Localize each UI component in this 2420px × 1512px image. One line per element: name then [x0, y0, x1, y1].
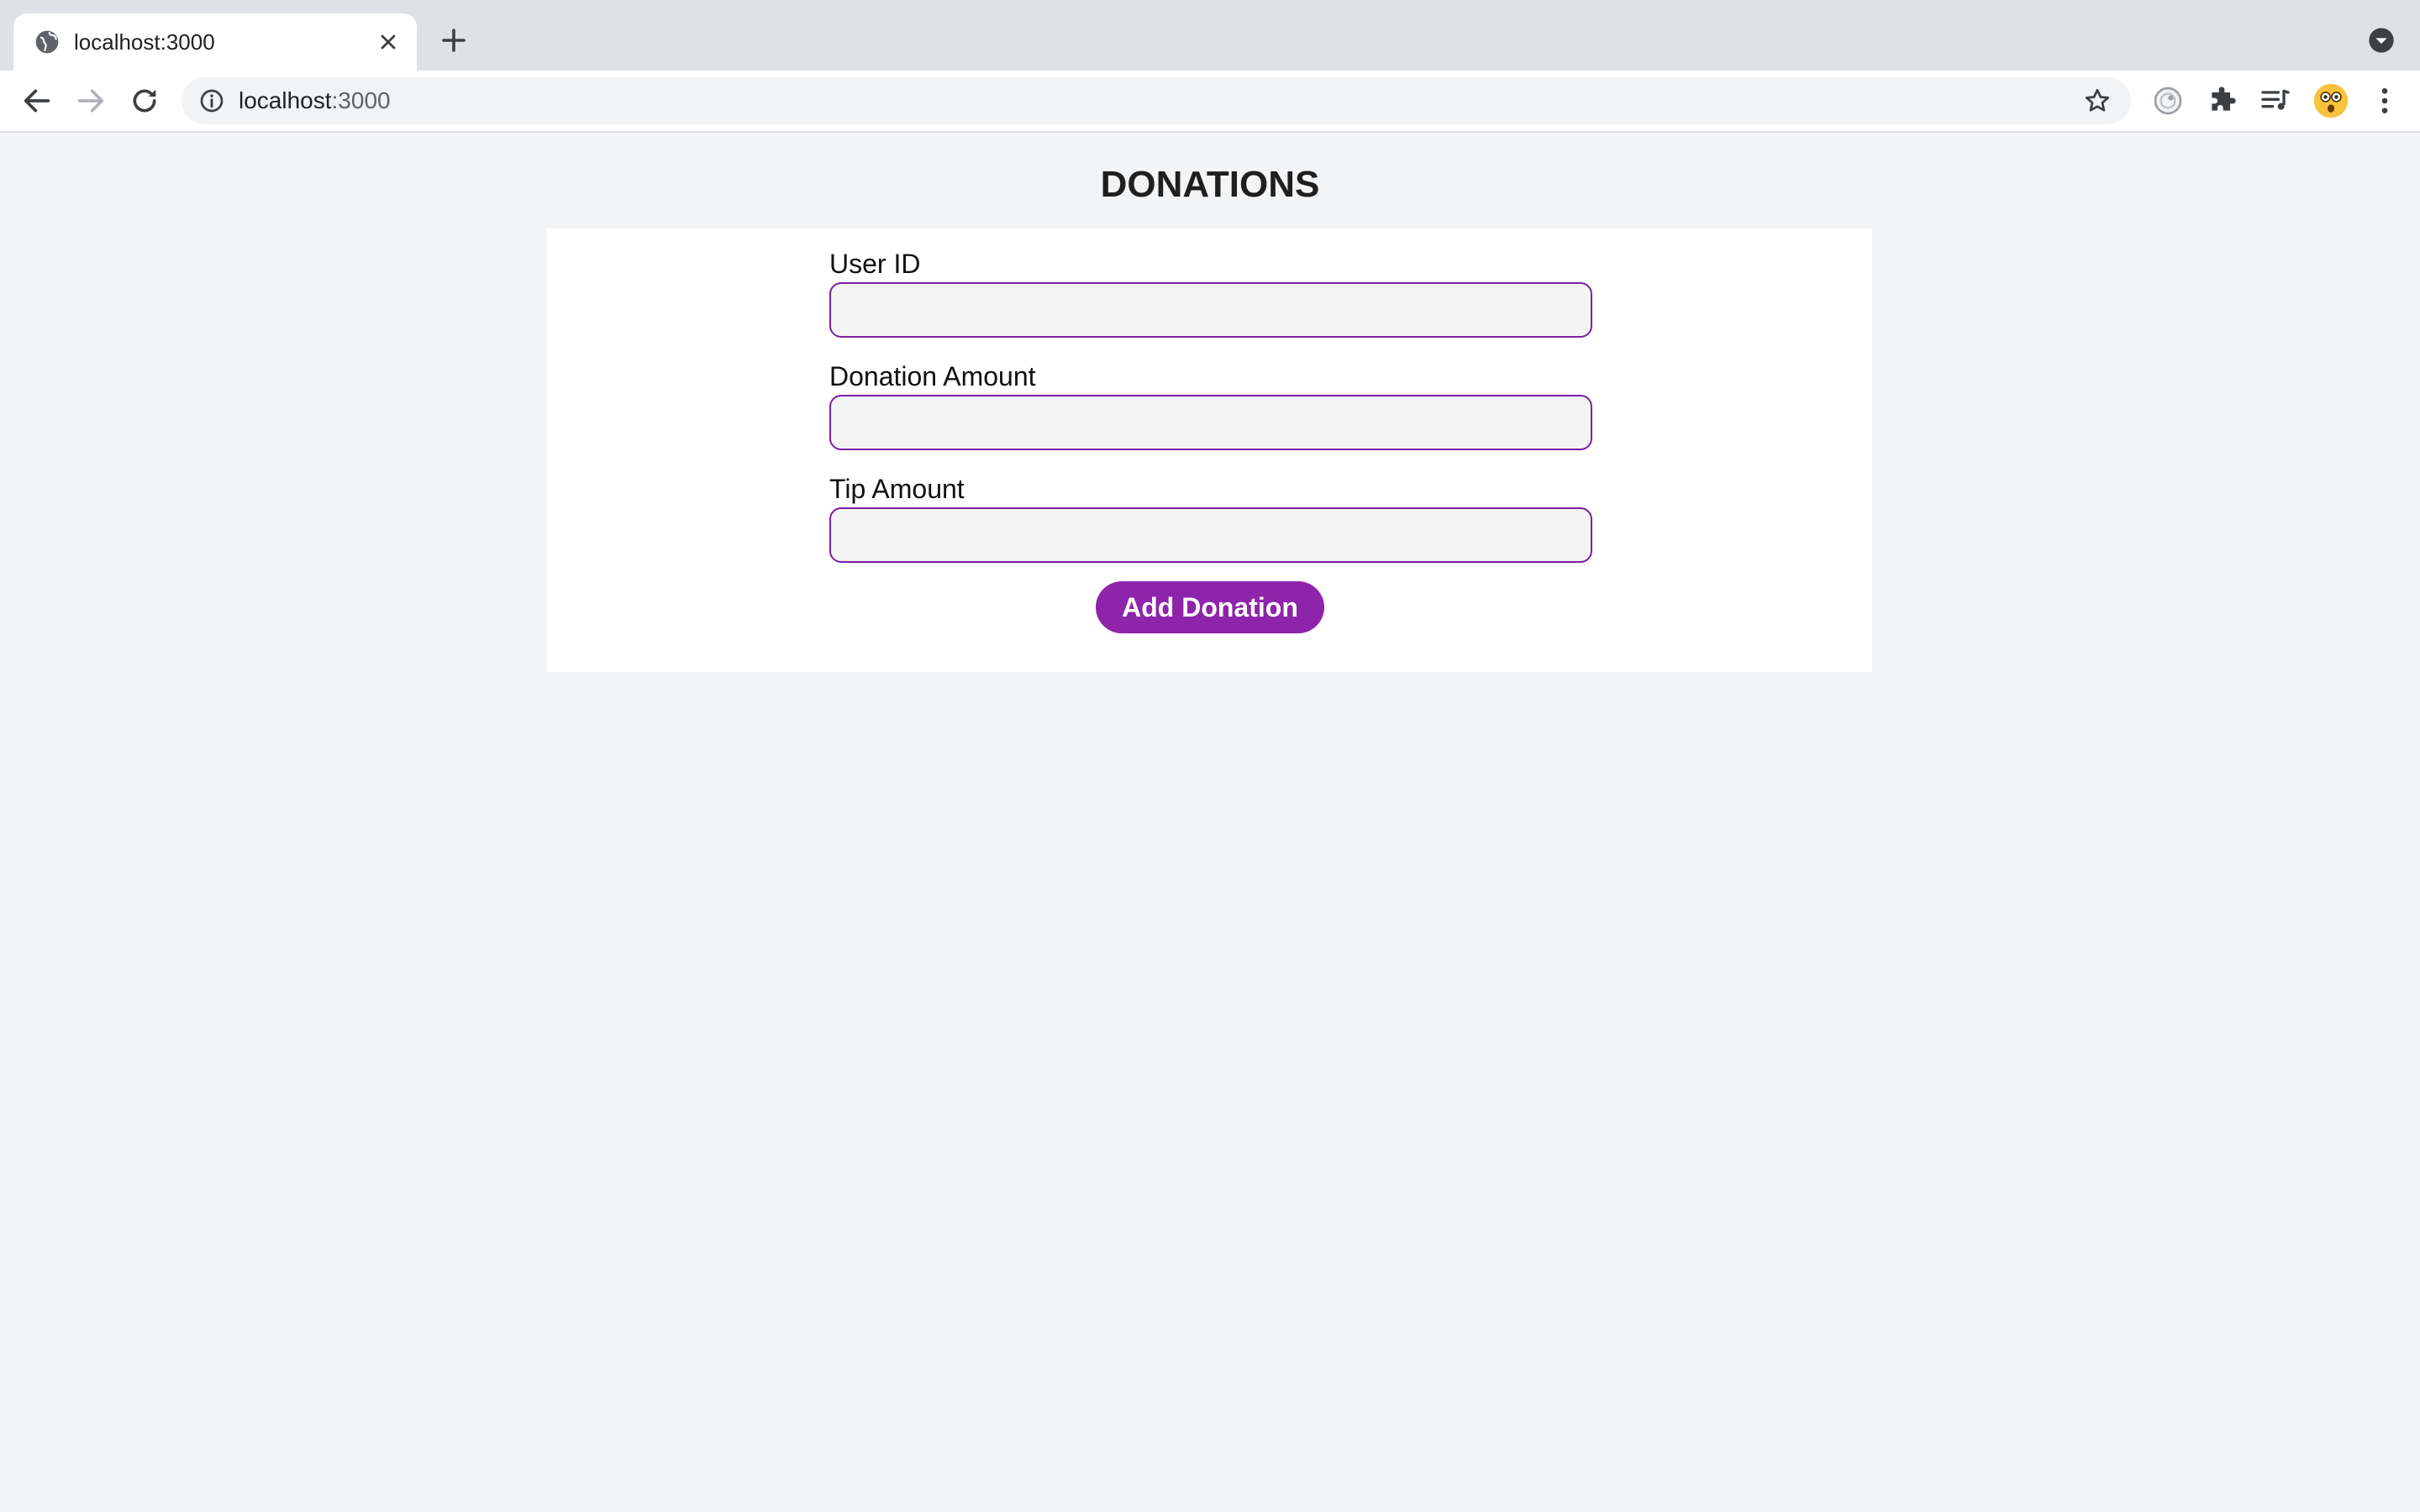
donation-form: User ID Donation Amount Tip Amount Add D… — [547, 228, 1872, 672]
address-bar[interactable]: localhost:3000 — [182, 77, 2131, 124]
browser-tab[interactable]: localhost:3000 — [13, 13, 417, 71]
tip-amount-input[interactable] — [829, 507, 1592, 563]
url-host: localhost — [239, 87, 332, 113]
chevron-down-icon[interactable] — [2368, 27, 2395, 54]
forward-arrow-icon[interactable] — [74, 84, 108, 118]
media-queue-icon[interactable] — [2259, 84, 2292, 118]
donation-amount-input[interactable] — [829, 395, 1592, 450]
browser-tabstrip: localhost:3000 — [0, 0, 2420, 71]
donation-amount-label: Donation Amount — [829, 361, 1036, 391]
kebab-menu-icon[interactable] — [2368, 84, 2402, 118]
back-arrow-icon[interactable] — [20, 84, 54, 118]
globe-icon — [35, 30, 59, 54]
info-icon[interactable] — [198, 87, 225, 114]
url-port: :3000 — [331, 87, 391, 113]
puzzle-icon[interactable] — [2205, 84, 2238, 118]
page-viewport: DONATIONS User ID Donation Amount Tip Am… — [0, 133, 2420, 1512]
close-icon[interactable] — [376, 30, 400, 54]
plus-icon[interactable] — [439, 25, 469, 55]
url-text: localhost:3000 — [239, 77, 391, 124]
privacy-badge-icon[interactable] — [2151, 84, 2185, 118]
tab-title: localhost:3000 — [74, 29, 215, 55]
star-icon[interactable] — [2082, 86, 2112, 116]
browser-toolbar: localhost:3000 — [0, 71, 2420, 133]
user-id-label: User ID — [829, 249, 921, 279]
add-donation-button[interactable]: Add Donation — [1096, 581, 1324, 633]
reload-icon[interactable] — [128, 84, 161, 118]
user-id-input[interactable] — [829, 282, 1592, 338]
profile-avatar-icon[interactable] — [2312, 82, 2349, 119]
page-title: DONATIONS — [1100, 164, 1320, 205]
tip-amount-label: Tip Amount — [829, 474, 965, 504]
